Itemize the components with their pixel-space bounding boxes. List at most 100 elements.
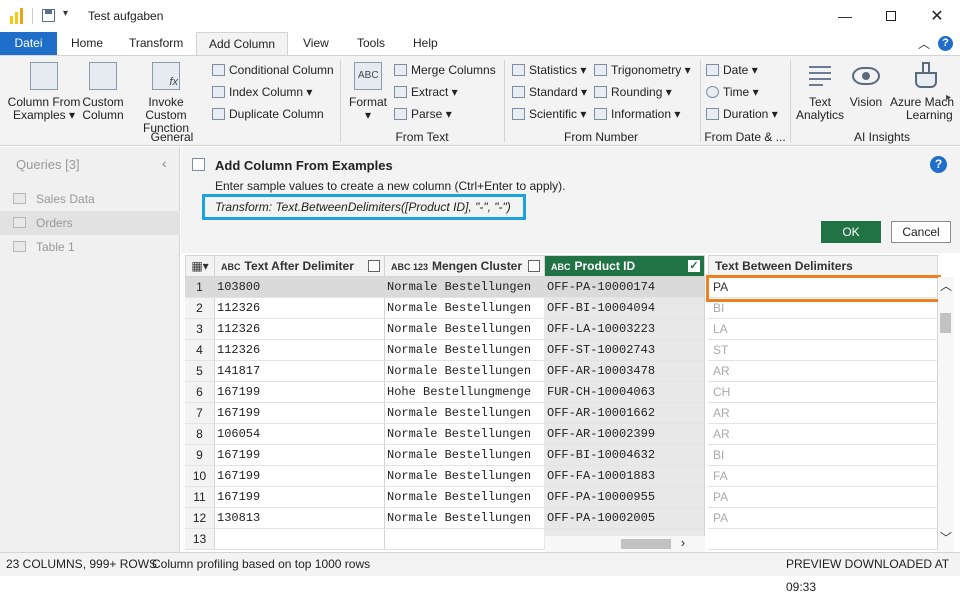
invoke-custom-function-button[interactable]: fx Invoke Custom Function: [126, 62, 206, 135]
tab-tools[interactable]: Tools: [345, 32, 397, 56]
cell-text-between-delimiters[interactable]: CH: [708, 382, 938, 403]
row-number[interactable]: 6: [185, 382, 215, 403]
index-column-button[interactable]: Index Column ▾: [212, 82, 312, 102]
table-menu-icon[interactable]: ▦▾: [185, 255, 215, 277]
status-bar: 23 COLUMNS, 999+ ROWS Column profiling b…: [0, 552, 960, 594]
collapse-queries-icon[interactable]: ‹: [162, 155, 167, 171]
tab-help[interactable]: Help: [401, 32, 450, 56]
custom-column-button[interactable]: Custom Column: [82, 62, 124, 122]
text-analytics-button[interactable]: Text Analytics: [794, 62, 846, 122]
column-header-text-between-delimiters[interactable]: Text Between Delimiters: [708, 255, 938, 277]
column-header-mengen-cluster[interactable]: ABC 123 Mengen Cluster: [384, 255, 545, 277]
cell-text-between-delimiters[interactable]: ST: [708, 340, 938, 361]
help-circle-icon[interactable]: ?: [938, 36, 953, 51]
cell-text-between-delimiters[interactable]: PA: [708, 508, 938, 529]
cell-text-between-delimiters[interactable]: AR: [708, 403, 938, 424]
ribbon-separator: [790, 60, 791, 142]
close-button[interactable]: ✕: [914, 0, 960, 32]
row-number[interactable]: 13: [185, 529, 215, 550]
information-button[interactable]: Information ▾: [594, 104, 680, 124]
table-icon: [13, 193, 26, 204]
row-number[interactable]: 4: [185, 340, 215, 361]
column-checkbox-checked[interactable]: ✓: [688, 260, 700, 272]
horizontal-scroll-thumb[interactable]: [621, 539, 671, 549]
conditional-column-button[interactable]: Conditional Column: [212, 60, 334, 80]
statistics-button[interactable]: Statistics ▾: [512, 60, 586, 80]
tab-add-column[interactable]: Add Column: [196, 32, 288, 56]
trigonometry-button[interactable]: Trigonometry ▾: [594, 60, 691, 80]
cell-text-between-delimiters[interactable]: [708, 529, 938, 550]
tab-transform[interactable]: Transform: [117, 32, 195, 56]
query-item-sales-data[interactable]: Sales Data: [0, 187, 180, 211]
row-number[interactable]: 5: [185, 361, 215, 382]
table-row: 4 112326 Normale Bestellungen OFF-ST-100027…: [185, 340, 938, 361]
quick-access-dropdown-icon[interactable]: ▾: [63, 8, 68, 19]
extract-button[interactable]: Extract ▾: [394, 82, 458, 102]
row-number[interactable]: 11: [185, 487, 215, 508]
horizontal-scrollbar[interactable]: ›: [545, 536, 705, 552]
cell-product-id: OFF-AR-10002399: [544, 424, 705, 445]
group-label-from-number: From Number: [563, 130, 638, 144]
rounding-button[interactable]: Rounding ▾: [594, 82, 672, 102]
ribbon-scroll-right-icon[interactable]: ▸: [946, 92, 951, 103]
time-button[interactable]: Time ▾: [706, 82, 759, 102]
maximize-button[interactable]: [868, 0, 914, 32]
ok-button[interactable]: OK: [821, 221, 881, 243]
minimize-button[interactable]: —: [822, 0, 868, 32]
scroll-right-icon[interactable]: ›: [679, 536, 687, 551]
invoke-custom-function-label-1: Invoke Custom: [145, 95, 187, 122]
cell-mengen-cluster: Normale Bestellungen: [384, 466, 545, 487]
column-from-examples-button[interactable]: Column From Examples ▾: [6, 62, 82, 122]
cell-text-after-delimiter: 141817: [214, 361, 385, 382]
cell-text-between-delimiters[interactable]: AR: [708, 361, 938, 382]
tab-datei[interactable]: Datei: [0, 32, 57, 56]
format-button[interactable]: ABC Format ▾: [346, 62, 390, 122]
column-checkbox[interactable]: [368, 260, 380, 272]
cell-mengen-cluster: Normale Bestellungen: [384, 403, 545, 424]
cancel-button[interactable]: Cancel: [891, 221, 951, 243]
column-header-text-after-delimiter[interactable]: ABC Text After Delimiter: [214, 255, 385, 277]
date-button[interactable]: Date ▾: [706, 60, 758, 80]
cell-text-between-delimiters[interactable]: FA: [708, 466, 938, 487]
vertical-scrollbar[interactable]: ︿ ﹀: [938, 277, 954, 552]
cell-text-after-delimiter: 103800: [214, 277, 385, 298]
save-icon[interactable]: [42, 9, 55, 22]
table-row: 7 167199 Normale Bestellungen OFF-AR-100016…: [185, 403, 938, 424]
cell-text-between-delimiters[interactable]: LA: [708, 319, 938, 340]
row-number[interactable]: 1: [185, 277, 215, 298]
cell-text-between-delimiters[interactable]: PA: [708, 487, 938, 508]
scroll-down-icon[interactable]: ﹀: [940, 529, 952, 546]
scroll-up-icon[interactable]: ︿: [940, 277, 952, 294]
standard-button[interactable]: Standard ▾: [512, 82, 587, 102]
row-number[interactable]: 3: [185, 319, 215, 340]
duplicate-column-button[interactable]: Duplicate Column: [212, 104, 324, 124]
examples-instructions: Enter sample values to create a new colu…: [215, 179, 566, 193]
vision-button[interactable]: Vision: [846, 62, 886, 109]
parse-button[interactable]: Parse ▾: [394, 104, 452, 124]
row-number[interactable]: 7: [185, 403, 215, 424]
query-item-orders[interactable]: Orders: [0, 211, 180, 235]
cell-mengen-cluster: Normale Bestellungen: [384, 424, 545, 445]
query-item-table-1[interactable]: Table 1: [0, 235, 180, 259]
tab-home[interactable]: Home: [59, 32, 115, 56]
table-row: 3 112326 Normale Bestellungen OFF-LA-100032…: [185, 319, 938, 340]
cell-text-between-delimiters[interactable]: BI: [708, 445, 938, 466]
row-number[interactable]: 8: [185, 424, 215, 445]
column-checkbox[interactable]: [528, 260, 540, 272]
row-number[interactable]: 2: [185, 298, 215, 319]
vertical-scroll-thumb[interactable]: [940, 313, 951, 333]
row-number[interactable]: 9: [185, 445, 215, 466]
merge-columns-button[interactable]: Merge Columns: [394, 60, 496, 80]
collapse-ribbon-icon[interactable]: ︿: [918, 35, 930, 52]
information-icon: [594, 108, 607, 120]
cell-text-between-delimiters[interactable]: AR: [708, 424, 938, 445]
row-number[interactable]: 12: [185, 508, 215, 529]
examples-help-icon[interactable]: ?: [930, 156, 947, 173]
column-header-product-id[interactable]: ABC Product ID ✓: [544, 255, 705, 277]
duration-button[interactable]: Duration ▾: [706, 104, 778, 124]
tab-view[interactable]: View: [291, 32, 341, 56]
format-abc-icon: ABC: [354, 62, 382, 90]
scientific-button[interactable]: Scientific ▾: [512, 104, 586, 124]
row-number[interactable]: 10: [185, 466, 215, 487]
cell-product-id: OFF-AR-10001662: [544, 403, 705, 424]
